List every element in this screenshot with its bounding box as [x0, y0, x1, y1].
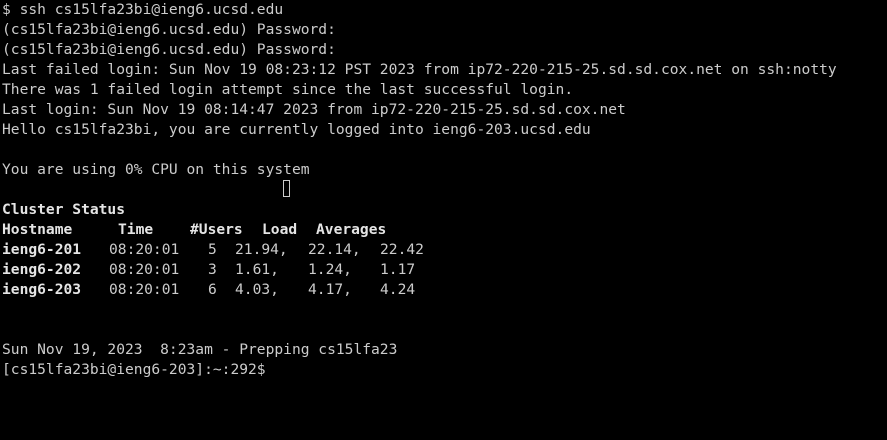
header-users: #Users	[190, 221, 243, 238]
row-hostname: ieng6-201	[2, 241, 82, 258]
cluster-table-header: Hostname Time #Users Load Averages	[2, 220, 502, 240]
header-averages: Averages	[316, 221, 387, 238]
row-load-15: 1.17	[380, 261, 416, 278]
cluster-status-title: Cluster Status	[2, 201, 126, 218]
table-row: ieng6-202 08:20:01 3 1.61, 1.24, 1.17	[2, 260, 502, 280]
row-time: 08:20:01	[109, 241, 180, 258]
row-load-15: 4.24	[380, 281, 416, 298]
row-load-1: 4.03,	[235, 281, 279, 298]
row-hostname: ieng6-203	[2, 281, 82, 298]
last-login-line: Last login: Sun Nov 19 08:14:47 2023 fro…	[2, 101, 626, 118]
terminal-window[interactable]: $ ssh cs15lfa23bi@ieng6.ucsd.edu (cs15lf…	[2, 0, 887, 407]
failed-login-line: Last failed login: Sun Nov 19 08:23:12 P…	[2, 61, 837, 78]
header-time: Time	[118, 221, 154, 238]
row-users: 5	[208, 241, 217, 258]
row-time: 08:20:01	[109, 261, 180, 278]
date-status-line: Sun Nov 19, 2023 8:23am - Prepping cs15l…	[2, 341, 398, 358]
password-prompt-line: (cs15lfa23bi@ieng6.ucsd.edu) Password:	[2, 21, 336, 38]
row-hostname: ieng6-202	[2, 261, 82, 278]
row-load-15: 22.42	[380, 241, 424, 258]
ssh-command-line: $ ssh cs15lfa23bi@ieng6.ucsd.edu	[2, 1, 284, 18]
row-load-1: 21.94,	[235, 241, 288, 258]
cpu-usage-line: You are using 0% CPU on this system	[2, 161, 310, 178]
table-row: ieng6-201 08:20:01 5 21.94, 22.14, 22.42	[2, 240, 502, 260]
header-hostname: Hostname	[2, 221, 73, 238]
failed-attempt-line: There was 1 failed login attempt since t…	[2, 81, 574, 98]
row-load-5: 4.17,	[308, 281, 352, 298]
shell-prompt[interactable]: [cs15lfa23bi@ieng6-203]:~:292$	[2, 360, 266, 380]
row-users: 6	[208, 281, 217, 298]
row-users: 3	[208, 261, 217, 278]
row-load-5: 1.24,	[308, 261, 352, 278]
header-load: Load	[262, 221, 298, 238]
table-row: ieng6-203 08:20:01 6 4.03, 4.17, 4.24	[2, 280, 502, 300]
password-prompt-line: (cs15lfa23bi@ieng6.ucsd.edu) Password:	[2, 41, 336, 58]
cursor-box	[283, 180, 290, 197]
hello-line: Hello cs15lfa23bi, you are currently log…	[2, 121, 591, 138]
row-time: 08:20:01	[109, 281, 180, 298]
row-load-1: 1.61,	[235, 261, 279, 278]
row-load-5: 22.14,	[308, 241, 361, 258]
